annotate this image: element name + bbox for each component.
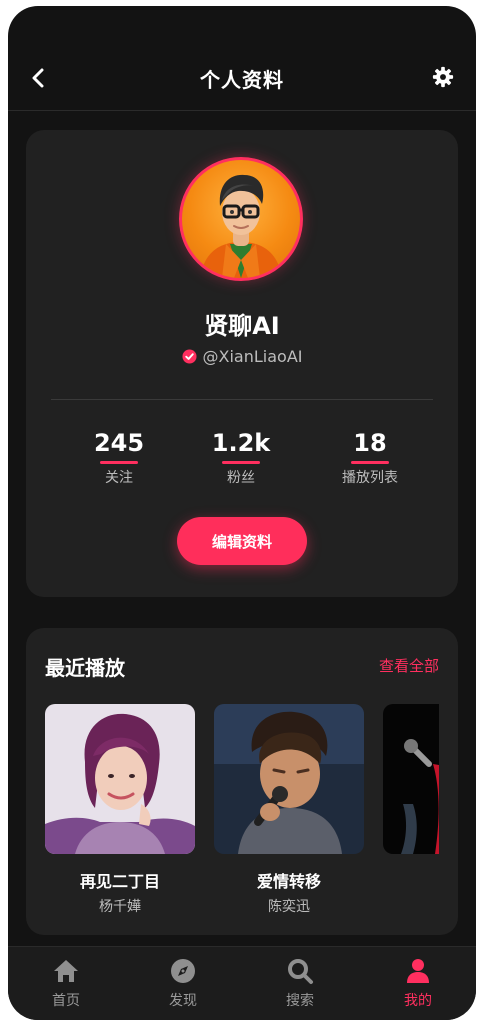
profile-handle-row: @XianLiaoAI bbox=[26, 347, 458, 366]
stat-value: 18 bbox=[353, 429, 387, 457]
phone-screen: 个人资料 贤聊AI @XianLiaoAI 245 关注 1.2k 粉丝 18 … bbox=[8, 6, 476, 1020]
verified-badge-icon bbox=[181, 349, 197, 364]
nav-label: 发现 bbox=[169, 993, 197, 1009]
album-cover-art bbox=[383, 704, 439, 854]
header: 个人资料 bbox=[8, 6, 476, 111]
edit-profile-button[interactable]: 编辑资料 bbox=[177, 517, 307, 565]
nav-item-home[interactable]: 首页 bbox=[26, 957, 106, 1010]
nav-label: 搜索 bbox=[286, 993, 314, 1009]
track-title: 爱情转移 bbox=[256, 872, 321, 891]
section-title: 最近播放 bbox=[45, 656, 125, 680]
track-artist: 杨千嬅 bbox=[99, 899, 141, 915]
album-cover bbox=[45, 704, 195, 854]
home-icon bbox=[54, 960, 78, 982]
profile-card: 贤聊AI @XianLiaoAI 245 关注 1.2k 粉丝 18 播放列表 … bbox=[26, 130, 458, 597]
stat-playlists[interactable]: 18 播放列表 bbox=[310, 428, 430, 487]
stat-label: 关注 bbox=[105, 470, 133, 486]
stat-underline bbox=[351, 461, 389, 464]
track-carousel[interactable]: 再见二丁目 杨千嬅 爱情转移 陈奕迅 bbox=[45, 704, 439, 924]
album-cover bbox=[383, 704, 439, 854]
user-icon bbox=[407, 959, 429, 983]
nav-item-discover[interactable]: 发现 bbox=[143, 957, 223, 1010]
nav-item-search[interactable]: 搜索 bbox=[260, 957, 340, 1010]
album-cover bbox=[214, 704, 364, 854]
gear-icon[interactable] bbox=[432, 66, 454, 88]
track-card[interactable] bbox=[383, 704, 439, 854]
bottom-nav: 首页 发现 搜索 我的 bbox=[8, 946, 476, 1020]
recently-played-section: 最近播放 查看全部 再见二丁目 杨千嬅 爱情转移 陈奕迅 bbox=[26, 628, 458, 935]
stat-followers[interactable]: 1.2k 粉丝 bbox=[181, 428, 301, 487]
stat-value: 245 bbox=[93, 429, 145, 457]
nav-label: 我的 bbox=[404, 993, 432, 1009]
stat-label: 播放列表 bbox=[342, 470, 398, 486]
track-title: 再见二丁目 bbox=[79, 872, 160, 891]
profile-handle: @XianLiaoAI bbox=[202, 347, 303, 366]
stat-label: 粉丝 bbox=[227, 470, 255, 486]
track-artist: 陈奕迅 bbox=[268, 899, 310, 915]
album-cover-art bbox=[214, 704, 364, 854]
track-card[interactable]: 爱情转移 陈奕迅 bbox=[214, 704, 364, 916]
divider bbox=[51, 399, 433, 400]
stat-value: 1.2k bbox=[211, 429, 271, 457]
album-cover-art bbox=[45, 704, 195, 854]
compass-icon bbox=[171, 959, 195, 983]
avatar-illustration bbox=[200, 174, 282, 278]
stat-underline bbox=[222, 461, 260, 464]
see-all-link[interactable]: 查看全部 bbox=[379, 655, 439, 676]
nav-label: 首页 bbox=[52, 993, 80, 1009]
nav-item-profile[interactable]: 我的 bbox=[378, 957, 458, 1010]
profile-name: 贤聊AI bbox=[204, 312, 280, 340]
search-icon bbox=[288, 959, 313, 984]
avatar[interactable] bbox=[179, 157, 303, 281]
page-title: 个人资料 bbox=[200, 68, 284, 92]
stat-underline bbox=[100, 461, 138, 464]
stat-following[interactable]: 245 关注 bbox=[59, 428, 179, 487]
track-card[interactable]: 再见二丁目 杨千嬅 bbox=[45, 704, 195, 916]
